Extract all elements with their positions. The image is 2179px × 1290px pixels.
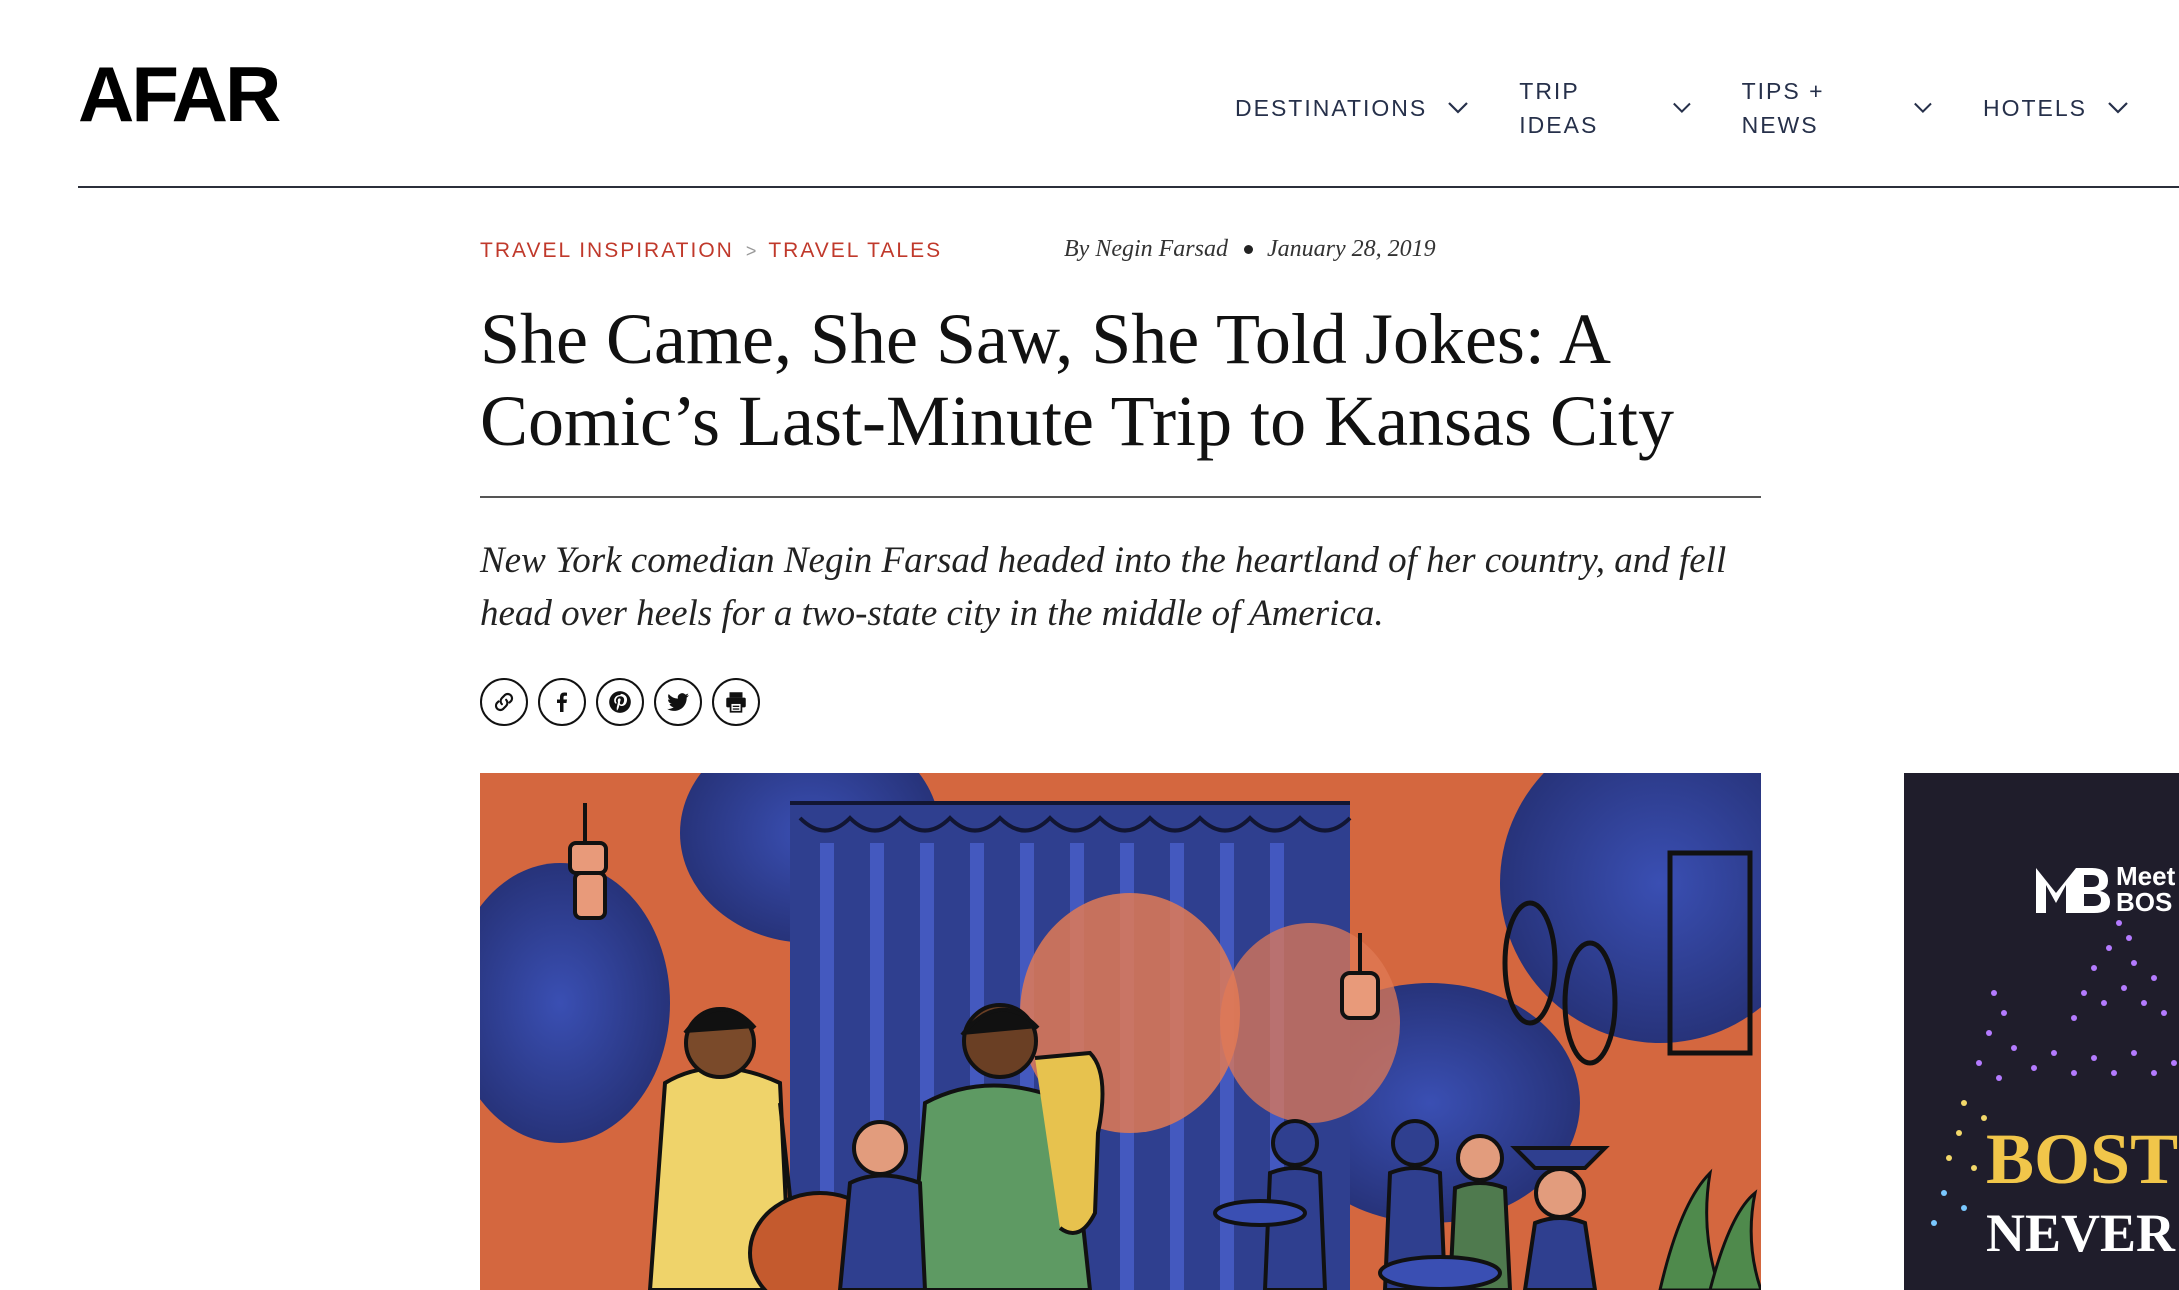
pinterest-share-button[interactable] — [596, 678, 644, 726]
breadcrumb-travel-inspiration[interactable]: TRAVEL INSPIRATION — [480, 239, 734, 263]
print-button[interactable] — [712, 678, 760, 726]
main-nav: DESTINATIONS TRIP IDEAS TIPS + NEWS HOTE… — [1235, 74, 2179, 142]
nav-tips-news-label: TIPS + NEWS — [1741, 78, 1825, 138]
ad-logo-text-2: BOS — [2116, 887, 2172, 917]
nav-trip-ideas-label: TRIP IDEAS — [1519, 78, 1599, 138]
copy-link-button[interactable] — [480, 678, 528, 726]
advertisement[interactable]: BOST NEVER Meet BOS — [1904, 773, 2179, 1290]
breadcrumb-separator: > — [745, 240, 757, 261]
nav-destinations-label: DESTINATIONS — [1235, 95, 1428, 121]
nav-hotels-label: HOTELS — [1982, 95, 2087, 121]
byline: By Negin Farsad January 28, 2019 — [1064, 236, 1436, 263]
author[interactable]: By Negin Farsad — [1064, 236, 1228, 263]
afar-logo[interactable]: AFAR — [78, 55, 281, 133]
facebook-share-button[interactable] — [538, 678, 586, 726]
hero-illustration — [480, 773, 1761, 1290]
article-title: She Came, She Saw, She Told Jokes: A Com… — [480, 299, 1675, 461]
chevron-down-icon — [1914, 102, 1932, 114]
byline-dot — [1243, 245, 1253, 254]
breadcrumb: TRAVEL INSPIRATION > TRAVEL TALES — [480, 239, 942, 263]
nav-tips-news[interactable]: TIPS + NEWS — [1742, 74, 1933, 142]
article-dek: New York comedian Negin Farsad headed in… — [480, 540, 1727, 634]
facebook-icon — [557, 692, 567, 712]
ad-subline: NEVER — [1986, 1203, 2176, 1263]
nav-hotels[interactable]: HOTELS — [1983, 91, 2129, 125]
chevron-down-icon — [2108, 102, 2128, 114]
ad-creative: BOST NEVER Meet BOS — [1904, 773, 2179, 1290]
publish-date: January 28, 2019 — [1266, 236, 1436, 262]
print-icon — [726, 692, 746, 713]
share-bar — [480, 678, 770, 726]
breadcrumb-travel-tales[interactable]: TRAVEL TALES — [768, 239, 942, 263]
ad-headline: BOST — [1986, 1119, 2178, 1199]
title-divider — [480, 496, 1761, 498]
pinterest-icon — [609, 691, 631, 713]
link-icon — [494, 692, 514, 712]
nav-destinations[interactable]: DESTINATIONS — [1235, 91, 1469, 125]
twitter-share-button[interactable] — [654, 678, 702, 726]
nav-trip-ideas[interactable]: TRIP IDEAS — [1519, 74, 1691, 142]
twitter-icon — [667, 693, 689, 711]
chevron-down-icon — [1672, 102, 1691, 113]
chevron-down-icon — [1448, 102, 1469, 114]
jazz-club-illustration — [480, 773, 1761, 1290]
header-divider — [78, 186, 2179, 188]
